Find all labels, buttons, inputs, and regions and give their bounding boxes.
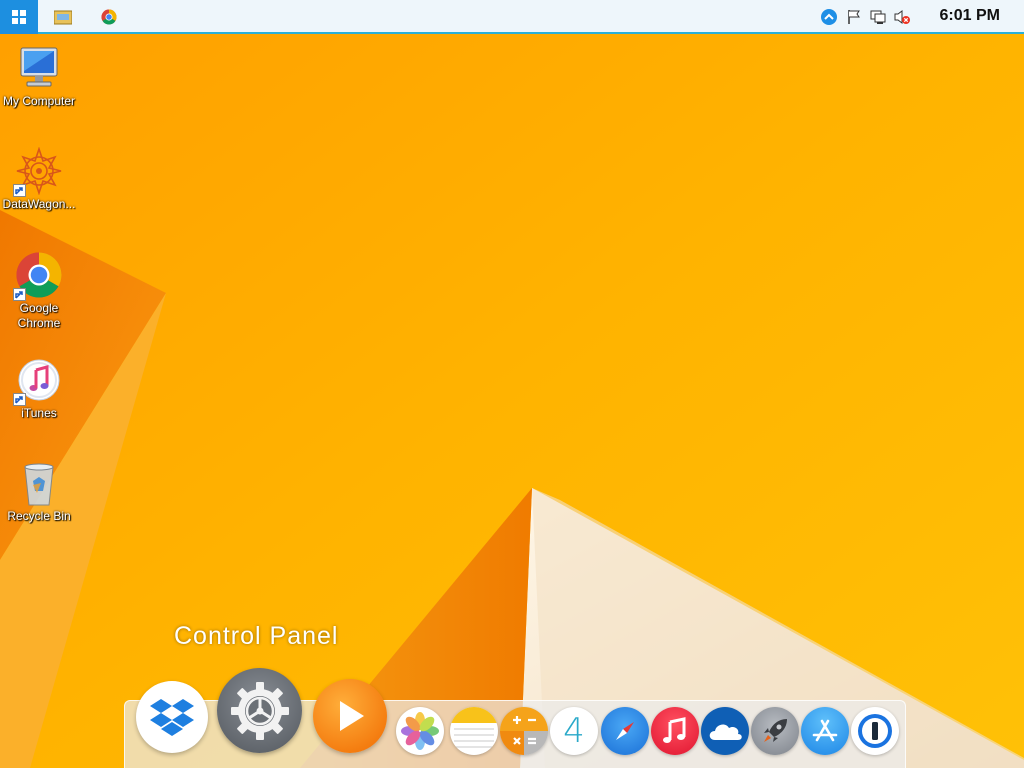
recycle-bin-icon [24, 463, 54, 506]
dock-item-photos[interactable] [396, 707, 444, 755]
notes-icon [450, 707, 498, 748]
taskbar-chrome[interactable] [92, 0, 126, 34]
folder-icon [54, 10, 72, 25]
dock-item-onedrive[interactable] [701, 707, 749, 755]
tray-action-center[interactable] [845, 8, 863, 26]
desktop-icon-label: Google Chrome [17, 301, 61, 330]
desktop-icon-recycle-bin[interactable]: Recycle Bin [0, 459, 78, 524]
dock-item-1password[interactable] [851, 707, 899, 755]
dock-item-launchpad[interactable] [751, 707, 799, 755]
dock-item-music[interactable] [651, 707, 699, 755]
play-icon [340, 701, 364, 731]
tray-volume[interactable] [893, 8, 911, 26]
dock-item-app-store[interactable] [801, 707, 849, 755]
calendar-icon: 4 [563, 711, 585, 751]
dock-item-calendar[interactable]: 4 [550, 707, 598, 755]
gear-icon [230, 681, 289, 740]
desktop-icon-label: DataWagon... [2, 197, 76, 211]
1password-icon [858, 714, 892, 748]
dock-hover-label: Control Panel [174, 622, 339, 650]
rocket-icon [764, 719, 787, 742]
network-icon [870, 10, 886, 24]
dock-item-dropbox[interactable] [136, 681, 208, 753]
dock-item-media-player[interactable] [313, 679, 387, 753]
app-store-icon [812, 719, 838, 742]
speaker-muted-icon [894, 10, 910, 24]
desktop-icon-my-computer[interactable]: My Computer [0, 44, 78, 109]
desktop-icon-label: iTunes [21, 406, 57, 420]
dock-item-safari[interactable] [601, 707, 649, 755]
start-button[interactable] [0, 0, 38, 34]
dock-item-calculator[interactable] [500, 707, 548, 755]
tray-show-hidden[interactable] [820, 8, 838, 26]
windows-logo-icon [12, 10, 26, 24]
flag-icon [848, 10, 860, 24]
taskbar: 6:01 PM [0, 0, 1024, 34]
desktop-icon-google-chrome[interactable]: Google Chrome [0, 251, 78, 331]
taskbar-file-explorer[interactable] [46, 0, 80, 34]
desktop-icon-datawagon[interactable]: DataWagon... [0, 146, 78, 212]
desktop-icon-itunes[interactable]: iTunes [0, 356, 78, 421]
chrome-icon [101, 9, 117, 25]
taskbar-clock[interactable]: 6:01 PM [940, 7, 1000, 25]
computer-icon [20, 47, 58, 87]
desktop-icon-label: Recycle Bin [7, 509, 71, 523]
music-icon [663, 717, 686, 743]
desktop-icon-label: My Computer [2, 94, 76, 108]
desktop-wallpaper [0, 0, 1024, 768]
shortcut-arrow-icon [13, 184, 26, 197]
calculator-icon [500, 707, 548, 755]
compass-icon [616, 722, 634, 740]
shortcut-arrow-icon [13, 288, 26, 301]
shortcut-arrow-icon [13, 393, 26, 406]
dock-item-notes[interactable] [450, 707, 498, 755]
chevron-up-icon [821, 9, 837, 25]
dropbox-icon [150, 699, 194, 736]
cloud-icon [709, 724, 742, 740]
photos-icon [401, 712, 439, 750]
dock-item-control-panel[interactable] [217, 668, 302, 753]
tray-network[interactable] [869, 8, 887, 26]
